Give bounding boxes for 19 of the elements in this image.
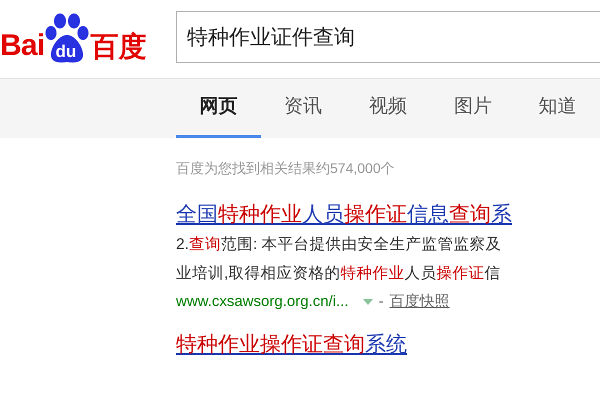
cache-link[interactable]: 百度快照 bbox=[390, 288, 450, 316]
tab[interactable]: 视频 bbox=[346, 79, 430, 138]
result-count: 百度为您找到相关结果约574,000个 bbox=[176, 159, 396, 178]
result-title-link[interactable]: 全国特种作业人员操作证信息查询系 bbox=[176, 200, 512, 230]
separator: - bbox=[378, 292, 384, 312]
tab[interactable]: 网页 bbox=[176, 79, 261, 138]
search-field[interactable]: 特种作业证件查询 bbox=[176, 11, 600, 63]
dropdown-caret-icon[interactable] bbox=[362, 299, 373, 305]
paw-icon bbox=[44, 13, 90, 65]
result-title-link[interactable]: 特种作业操作证查询系统 bbox=[176, 330, 407, 360]
result-snippet: 2.查询范围: 本平台提供由安全生产监管监察及 bbox=[176, 235, 503, 255]
result-snippet: 业培训,取得相应资格的特种作业人员操作证信 bbox=[176, 264, 502, 284]
logo-text: du bbox=[55, 43, 76, 60]
tab[interactable]: 图片 bbox=[430, 79, 516, 138]
logo-text: 百度 bbox=[90, 33, 146, 61]
tab[interactable]: 资讯 bbox=[260, 79, 346, 138]
tab[interactable]: 知道 bbox=[515, 79, 600, 138]
result-url: www.cxsawsorg.org.cn/i... bbox=[176, 292, 349, 312]
logo-text: Bai bbox=[0, 31, 44, 61]
